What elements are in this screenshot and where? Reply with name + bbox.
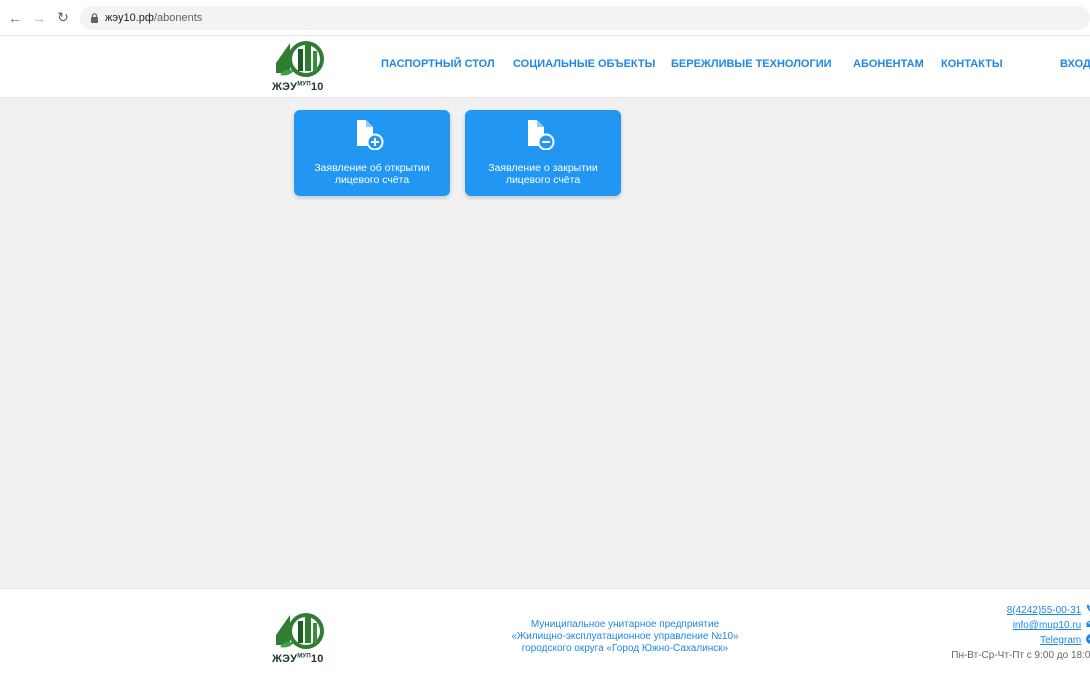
address-bar[interactable]: жэу10.рф/abonents [80,5,1090,30]
nav-contacts[interactable]: КОНТАКТЫ [941,58,1003,70]
card-label: Заявление о закрытии лицевого счёта [488,162,598,186]
footer-logo[interactable]: ЖЭУМУП10 [272,609,330,665]
organization-name: Муниципальное унитарное предприятие «Жил… [511,619,739,654]
nav-passport-desk[interactable]: ПАСПОРТНЫЙ СТОЛ [381,58,495,70]
browser-toolbar: ← → ↻ жэу10.рф/abonents [0,0,1090,36]
site-header: ЖЭУМУП10 ПАСПОРТНЫЙ СТОЛ СОЦИАЛЬНЫЕ ОБЪЕ… [0,36,1090,98]
logo-text: ЖЭУМУП10 [272,653,324,665]
lock-icon [90,13,99,23]
email-link[interactable]: info@mup10.ru [1013,620,1082,631]
footer-contacts: 8(4242)55-00-31 info@mup10.ru Telegram П… [951,603,1090,663]
file-minus-icon [528,120,555,150]
card-label: Заявление об открытии лицевого счёта [314,162,430,186]
logo-emblem-icon [276,613,324,649]
back-arrow-icon[interactable]: ← [6,9,24,27]
phone-icon [1086,604,1090,612]
main-content: Заявление об открытии лицевого счёта Зая… [0,98,1090,588]
nav-lean-technologies[interactable]: БЕРЕЖЛИВЫЕ ТЕХНОЛОГИИ [671,58,832,70]
site-footer: ЖЭУМУП10 Муниципальное унитарное предпри… [0,588,1090,677]
telegram-icon [1086,634,1090,644]
phone-link[interactable]: 8(4242)55-00-31 [1007,605,1082,616]
open-account-application-button[interactable]: Заявление об открытии лицевого счёта [294,110,450,196]
nav-subscribers[interactable]: АБОНЕНТАМ [853,58,924,70]
reload-icon[interactable]: ↻ [54,9,72,27]
close-account-application-button[interactable]: Заявление о закрытии лицевого счёта [465,110,621,196]
telegram-link[interactable]: Telegram [1040,635,1081,646]
file-plus-icon [357,120,384,150]
forward-arrow-icon[interactable]: → [30,9,48,27]
logo-text: ЖЭУМУП10 [272,81,324,93]
working-hours: Пн-Вт-Ср-Чт-Пт с 9:00 до 18:00 [951,650,1090,661]
url-host: жэу10.рф [105,11,154,24]
url-path: /abonents [153,11,203,24]
nav-login[interactable]: ВХОД [1060,58,1090,70]
main-nav: ПАСПОРТНЫЙ СТОЛ СОЦИАЛЬНЫЕ ОБЪЕКТЫ БЕРЕЖ… [0,58,1090,74]
envelope-icon [1086,620,1090,627]
nav-social-objects[interactable]: СОЦИАЛЬНЫЕ ОБЪЕКТЫ [513,58,655,70]
